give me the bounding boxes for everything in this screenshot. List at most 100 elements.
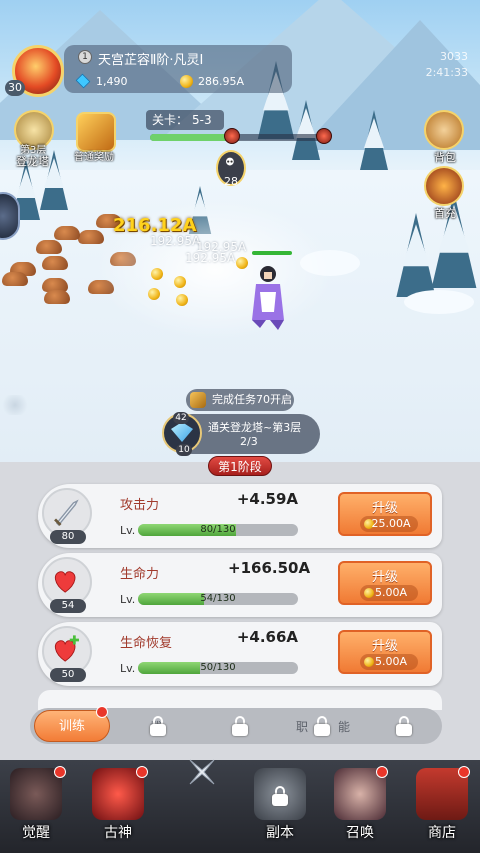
final-boss-icon: [316, 128, 332, 144]
pine-tree: [292, 100, 320, 160]
stat-name: 生命恢复: [120, 636, 173, 651]
close-x-icon[interactable]: [182, 752, 222, 792]
stat-name: 攻击力: [120, 498, 160, 513]
stage-indicator: 关卡： 5-3: [146, 110, 224, 130]
player-level: 30: [5, 80, 25, 96]
notification-dot: [96, 706, 108, 718]
notification-dot: [376, 766, 388, 778]
upgrade-label: 升级: [371, 501, 398, 516]
nav-label: 副本: [266, 825, 294, 841]
stat-card-regen: 50 生命恢复 +4.66A Lv. 50/130 升级 5.00A: [38, 622, 442, 686]
stage-value: 5-3: [192, 113, 212, 127]
crab-enemy: [2, 272, 28, 286]
coin-drop: [174, 276, 186, 288]
quest-reward-count: 42: [173, 412, 189, 424]
stage-progress-fill: [150, 134, 230, 141]
snow-rock: [404, 290, 474, 314]
task-chest-icon: [190, 392, 206, 408]
crab-enemy: [78, 230, 104, 244]
reward-label: 普通奖励: [74, 152, 114, 163]
notification-dot: [54, 766, 66, 778]
hero-health-bar: [252, 251, 292, 255]
server-time: 2:41:33: [425, 66, 468, 79]
pine-tree: [396, 213, 436, 297]
coin-count: 286.95A: [198, 75, 245, 88]
crab-enemy: [44, 290, 70, 304]
upgrade-button[interactable]: 升级 5.00A: [338, 561, 432, 605]
upgrade-button[interactable]: 升级 25.00A: [338, 492, 432, 536]
stat-value: +4.59A: [236, 490, 298, 508]
stat-name: 生命力: [120, 567, 160, 582]
upgrade-cost: 5.00A: [374, 586, 408, 599]
quest-reward-level: 10: [176, 444, 192, 456]
level-progress-bar: 80/130: [138, 524, 298, 536]
lv-label: Lv.: [120, 524, 136, 537]
wave-count: 28: [224, 175, 238, 188]
rank-badge: 1: [78, 50, 92, 64]
nav-dungeon[interactable]: 副本: [248, 762, 312, 850]
damage-number: 216.12A: [113, 215, 197, 236]
level-progress-text: 80/130: [200, 524, 236, 535]
coin-icon: [180, 75, 193, 88]
upgrade-button[interactable]: 升级 5.00A: [338, 630, 432, 674]
upgrade-label: 升级: [371, 570, 398, 585]
reward-chest-icon[interactable]: [76, 112, 116, 152]
lock-icon[interactable]: [396, 716, 412, 736]
nav-label: 觉醒: [22, 825, 50, 841]
dragon-tower-label: 登龙塔: [16, 155, 49, 168]
backpack-label: 背包: [434, 151, 456, 164]
quest-progress: 2/3: [240, 435, 258, 448]
crab-enemy: [42, 256, 68, 270]
coin-drop: [148, 288, 160, 300]
lock-icon: [272, 786, 288, 806]
player-name: 天宫芷容Ⅱ阶·凡灵Ⅰ: [98, 53, 204, 68]
crab-enemy: [54, 226, 80, 240]
mini-boss-icon: [224, 128, 240, 144]
coin-drop: [176, 294, 188, 306]
stage-label: 关卡：: [152, 113, 189, 127]
quest-title: 通关登龙塔~第3层: [208, 421, 302, 434]
lv-label: Lv.: [120, 593, 136, 606]
nav-label: 召唤: [346, 825, 374, 841]
damage-number-small: 192.95A: [150, 234, 201, 248]
nav-label: 商店: [428, 825, 456, 841]
upgrade-cost: 25.00A: [371, 517, 411, 530]
bottom-navigation: [0, 760, 480, 853]
notification-dot: [136, 766, 148, 778]
upgrade-label: 升级: [371, 639, 398, 654]
lock-icon[interactable]: [150, 716, 166, 736]
level-progress-bar: 50/130: [138, 662, 298, 674]
awaken-icon: [10, 768, 62, 820]
crab-enemy: [36, 240, 62, 254]
lock-icon[interactable]: [232, 716, 248, 736]
frost-debris: [0, 395, 30, 415]
first-recharge-icon[interactable]: [424, 166, 464, 206]
ancient-god-icon: [92, 768, 144, 820]
phase-label: 第1阶段: [208, 456, 272, 476]
level-progress-text: 54/130: [200, 593, 236, 604]
damage-number-small: 192.95A: [185, 251, 236, 265]
stat-level: 54: [50, 599, 86, 613]
stat-level: 80: [50, 530, 86, 544]
nav-label: 古神: [104, 825, 132, 841]
server-number: 3033: [440, 50, 468, 63]
task-text: 完成任务70开启: [212, 393, 292, 406]
notification-dot: [458, 766, 470, 778]
coin-drop: [151, 268, 163, 280]
tab-class-label: 职: [296, 720, 309, 734]
first-recharge-label: 首充: [434, 207, 456, 220]
stat-value: +166.50A: [228, 559, 311, 577]
pine-tree: [360, 110, 388, 170]
hero-character: [252, 266, 284, 330]
stat-value: +4.66A: [236, 628, 298, 646]
upgrade-cost: 5.00A: [374, 655, 408, 668]
tab-skill-label: 能: [338, 720, 351, 734]
lv-label: Lv.: [120, 662, 136, 675]
level-progress-text: 50/130: [200, 662, 236, 673]
level-progress-bar: 54/130: [138, 593, 298, 605]
stat-level: 50: [50, 668, 86, 682]
stat-card-attack: 80 攻击力 +4.59A Lv. 80/130 升级 25.00A: [38, 484, 442, 548]
stat-card-health: 54 生命力 +166.50A Lv. 54/130 升级 5.00A: [38, 553, 442, 617]
lock-icon[interactable]: [314, 716, 330, 736]
backpack-icon[interactable]: [424, 110, 464, 150]
